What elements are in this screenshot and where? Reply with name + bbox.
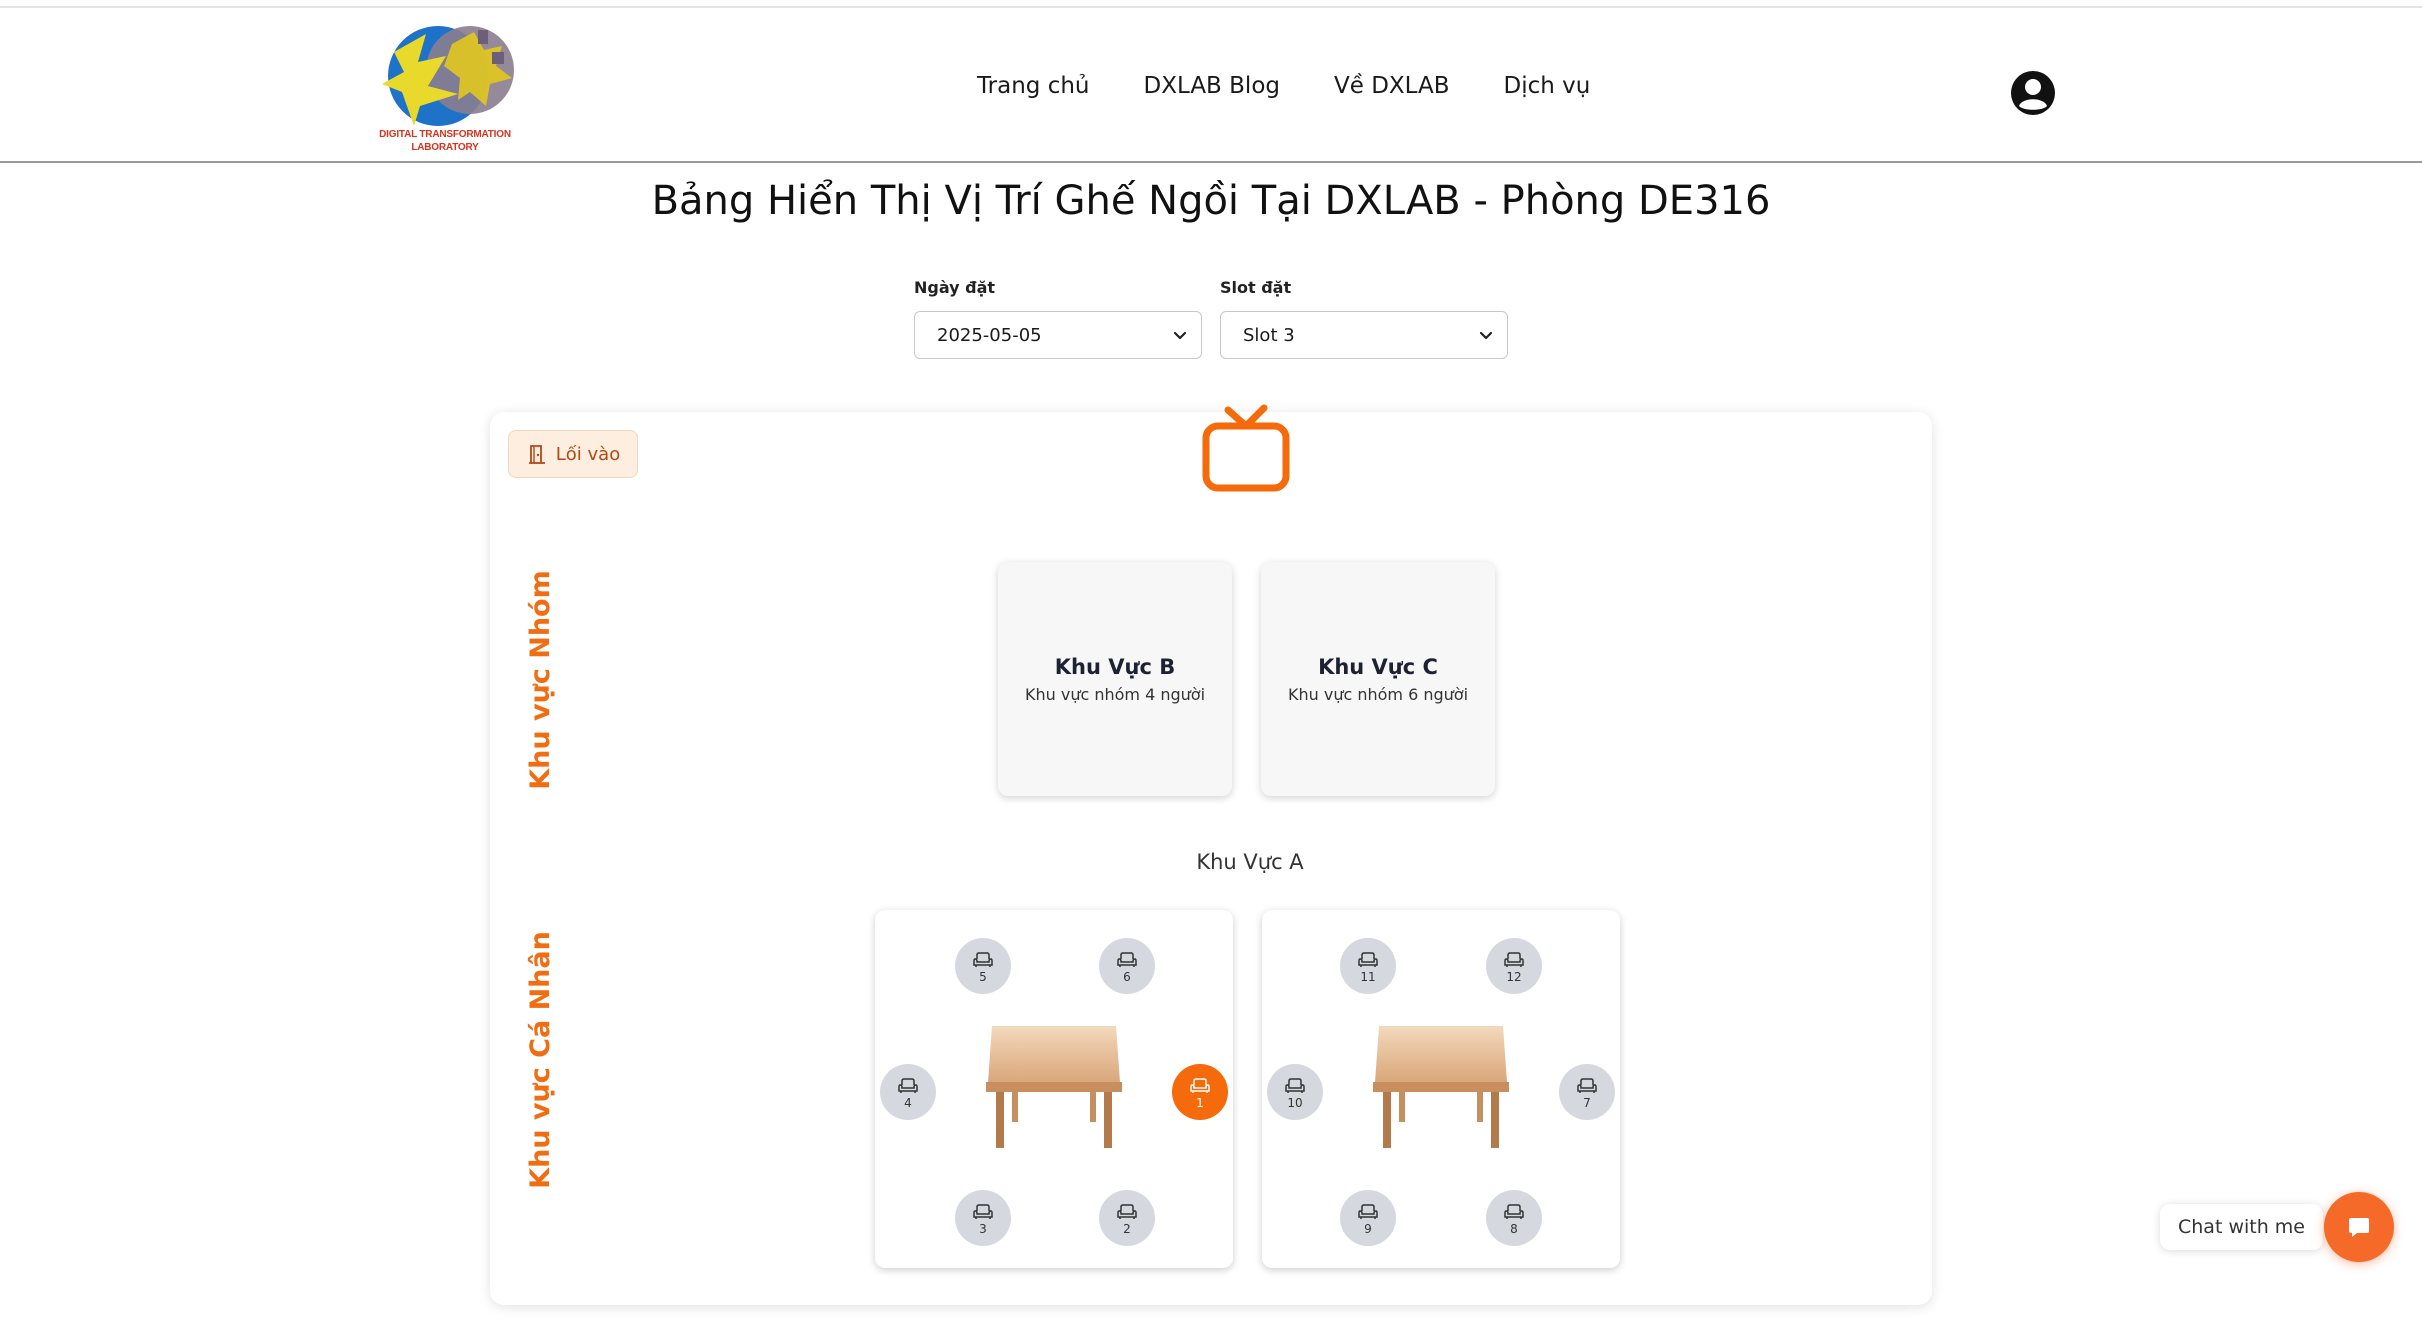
seat-number: 8 (1510, 1221, 1518, 1236)
logo-text-line2: LABORATORY (411, 142, 479, 153)
armchair-icon (1504, 1203, 1524, 1219)
armchair-icon (898, 1077, 918, 1093)
entrance-button[interactable]: Lối vào (508, 430, 638, 478)
area-card-c[interactable]: Khu Vực C Khu vực nhóm 6 người (1261, 562, 1495, 796)
armchair-icon (1190, 1077, 1210, 1093)
area-name: Khu Vực B (1054, 654, 1176, 679)
armchair-icon (1117, 951, 1137, 967)
table-card-1: 5 6 4 1 3 2 (875, 910, 1233, 1268)
nav-home[interactable]: Trang chủ (977, 66, 1090, 106)
desk-image (986, 1026, 1122, 1148)
seat-number: 11 (1360, 969, 1376, 984)
date-label: Ngày đặt (914, 278, 996, 297)
area-card-b[interactable]: Khu Vực B Khu vực nhóm 4 người (998, 562, 1232, 796)
date-filter: Ngày đặt 2025-05-05 (914, 278, 1202, 359)
table-card-2: 11 12 10 7 9 8 (1262, 910, 1620, 1268)
nav-about[interactable]: Về DXLAB (1334, 66, 1450, 106)
seat-number: 6 (1123, 969, 1131, 984)
slot-select[interactable]: Slot 3 (1220, 311, 1508, 359)
logo-globe-icon (382, 26, 514, 126)
seat-number: 10 (1287, 1095, 1303, 1110)
seat-2[interactable]: 2 (1099, 1190, 1155, 1246)
door-icon (528, 445, 545, 464)
armchair-icon (973, 951, 993, 967)
seat-6[interactable]: 6 (1099, 938, 1155, 994)
logo-text: DIGITAL TRANSFORMATION LABORATORY (374, 128, 516, 154)
main-nav: Trang chủ DXLAB Blog Về DXLAB Dịch vụ (977, 66, 1590, 106)
seat-number: 9 (1364, 1221, 1372, 1236)
armchair-icon (1577, 1077, 1597, 1093)
chat-icon (2349, 1218, 2369, 1237)
slot-filter: Slot đặt Slot 3 (1220, 278, 1508, 359)
date-select[interactable]: 2025-05-05 (914, 311, 1202, 359)
seat-10[interactable]: 10 (1267, 1064, 1323, 1120)
chevron-down-icon (1173, 331, 1187, 340)
seat-3[interactable]: 3 (955, 1190, 1011, 1246)
tv-icon (1200, 404, 1292, 494)
seat-11[interactable]: 11 (1340, 938, 1396, 994)
chevron-down-icon (1479, 331, 1493, 340)
seat-number: 3 (979, 1221, 987, 1236)
armchair-icon (1358, 951, 1378, 967)
seat-number: 2 (1123, 1221, 1131, 1236)
seat-9[interactable]: 9 (1340, 1190, 1396, 1246)
desk-image (1373, 1026, 1509, 1148)
armchair-icon (973, 1203, 993, 1219)
area-desc: Khu vực nhóm 6 người (1287, 684, 1469, 704)
armchair-icon (1358, 1203, 1378, 1219)
chat-tooltip[interactable]: Chat with me (2160, 1204, 2323, 1250)
seat-7[interactable]: 7 (1559, 1064, 1615, 1120)
entrance-label: Lối vào (555, 443, 621, 465)
date-value: 2025-05-05 (937, 324, 1042, 346)
slot-value: Slot 3 (1243, 324, 1295, 346)
page-title: Bảng Hiển Thị Vị Trí Ghế Ngồi Tại DXLAB … (651, 178, 1771, 224)
area-name: Khu Vực C (1318, 654, 1438, 679)
nav-blog[interactable]: DXLAB Blog (1144, 66, 1280, 106)
seat-number: 5 (979, 969, 987, 984)
seat-number: 12 (1506, 969, 1522, 984)
chat-button[interactable] (2324, 1192, 2394, 1262)
user-icon[interactable] (2010, 70, 2056, 116)
navbar: DIGITAL TRANSFORMATION LABORATORY Trang … (0, 8, 2422, 163)
logo-text-line1: DIGITAL TRANSFORMATION (379, 129, 511, 140)
armchair-icon (1285, 1077, 1305, 1093)
seat-number: 7 (1583, 1095, 1591, 1110)
dxlab-logo[interactable]: DIGITAL TRANSFORMATION LABORATORY (374, 22, 516, 156)
zone-a-title: Khu Vực A (1196, 850, 1304, 874)
zone-label-group: Khu vực Nhóm (525, 570, 556, 790)
seat-number: 1 (1196, 1095, 1204, 1110)
area-desc: Khu vực nhóm 4 người (1024, 684, 1206, 704)
seat-8[interactable]: 8 (1486, 1190, 1542, 1246)
seat-5[interactable]: 5 (955, 938, 1011, 994)
seat-4[interactable]: 4 (880, 1064, 936, 1120)
nav-services[interactable]: Dịch vụ (1504, 66, 1591, 106)
armchair-icon (1117, 1203, 1137, 1219)
zone-label-personal: Khu vực Cá Nhân (525, 931, 556, 1189)
armchair-icon (1504, 951, 1524, 967)
slot-label: Slot đặt (1220, 278, 1292, 297)
seat-1-selected[interactable]: 1 (1172, 1064, 1228, 1120)
seat-12[interactable]: 12 (1486, 938, 1542, 994)
seat-number: 4 (904, 1095, 912, 1110)
